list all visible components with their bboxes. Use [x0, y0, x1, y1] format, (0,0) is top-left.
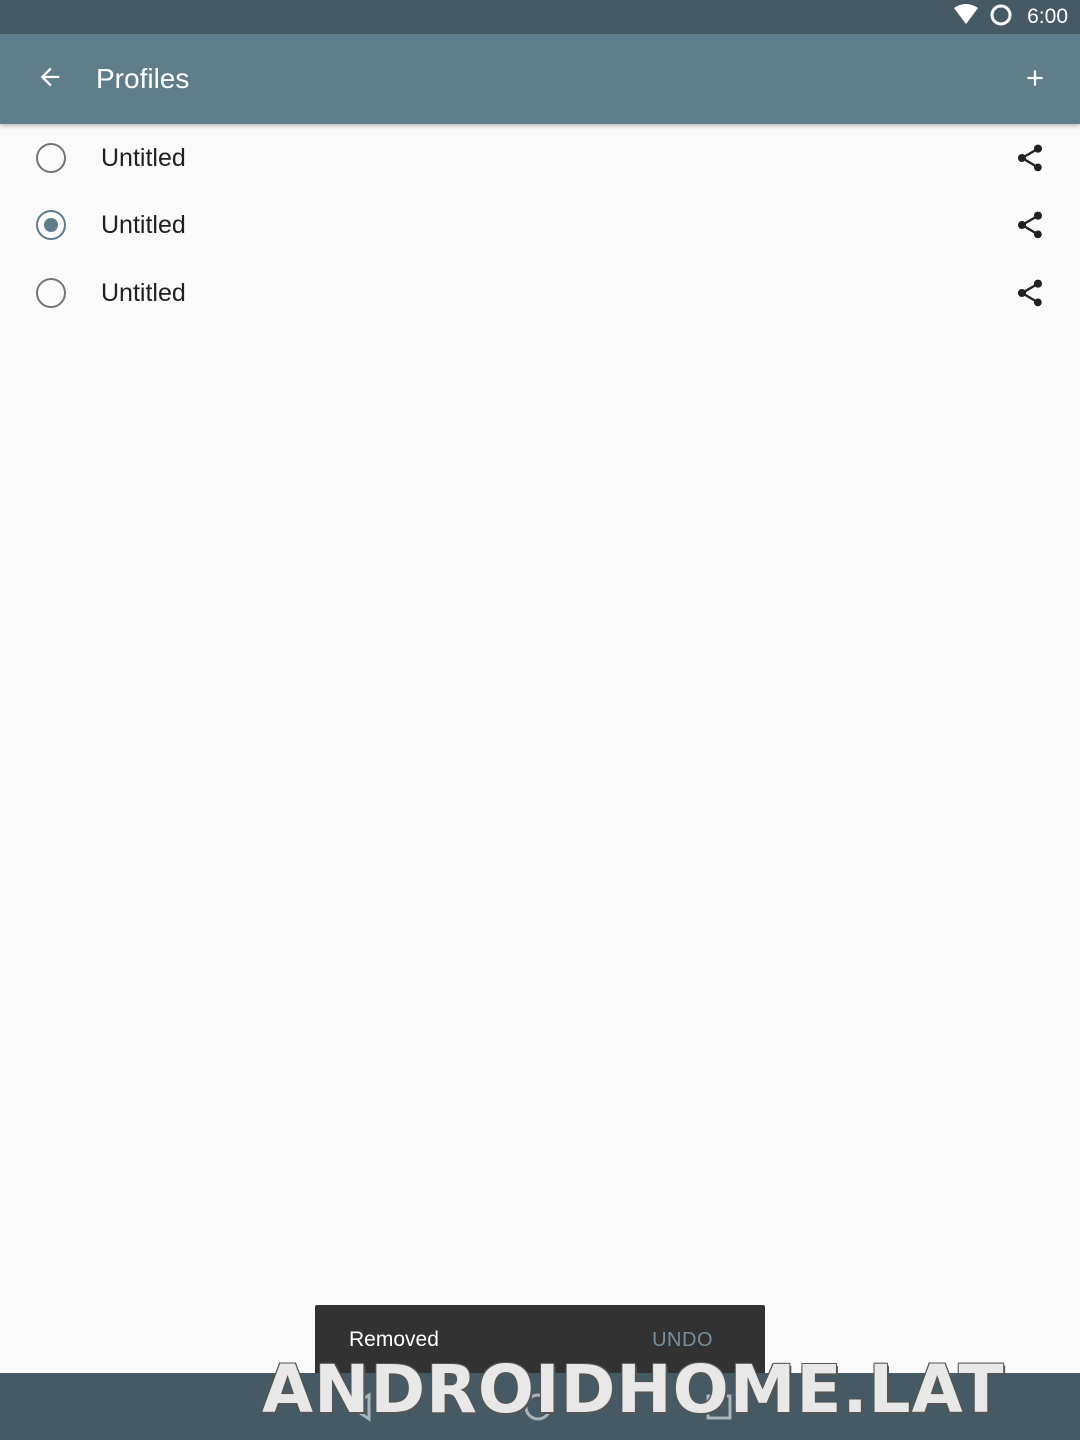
undo-button[interactable]: UNDO — [652, 1329, 713, 1352]
share-button[interactable] — [1010, 273, 1050, 313]
back-button[interactable] — [28, 61, 72, 97]
profile-row[interactable]: Untitled — [0, 259, 1080, 327]
profile-row[interactable]: Untitled — [0, 192, 1080, 260]
ring-icon — [989, 3, 1013, 32]
share-icon — [1018, 144, 1042, 171]
arrow-back-icon — [36, 63, 64, 96]
navigation-bar — [0, 1373, 1080, 1440]
profile-label: Untitled — [101, 211, 186, 240]
snackbar: Removed UNDO — [315, 1305, 765, 1375]
status-icons: 6:00 — [953, 3, 1068, 32]
share-button[interactable] — [1010, 138, 1050, 178]
status-bar: 6:00 — [0, 0, 1080, 34]
home-circle-icon[interactable] — [522, 1391, 554, 1423]
snackbar-message: Removed — [349, 1328, 439, 1351]
app-bar: Profiles — [0, 34, 1080, 124]
share-icon — [1018, 211, 1042, 239]
profile-radio-selected[interactable] — [36, 210, 66, 241]
back-triangle-icon[interactable] — [345, 1391, 377, 1423]
add-profile-button[interactable] — [1012, 57, 1058, 103]
plus-icon — [1022, 65, 1048, 96]
share-icon — [1018, 279, 1042, 306]
page-title: Profiles — [96, 63, 190, 94]
share-button[interactable] — [1010, 205, 1050, 245]
wifi-icon — [953, 3, 979, 31]
profile-radio[interactable] — [36, 277, 66, 308]
profile-label: Untitled — [101, 143, 186, 172]
profile-radio[interactable] — [36, 142, 66, 173]
profile-list: Untitled Untitled Untitled — [0, 124, 1080, 327]
status-time: 6:00 — [1027, 5, 1068, 28]
profile-row[interactable]: Untitled — [0, 124, 1080, 192]
recents-square-icon[interactable] — [703, 1391, 735, 1423]
profile-label: Untitled — [101, 278, 186, 307]
